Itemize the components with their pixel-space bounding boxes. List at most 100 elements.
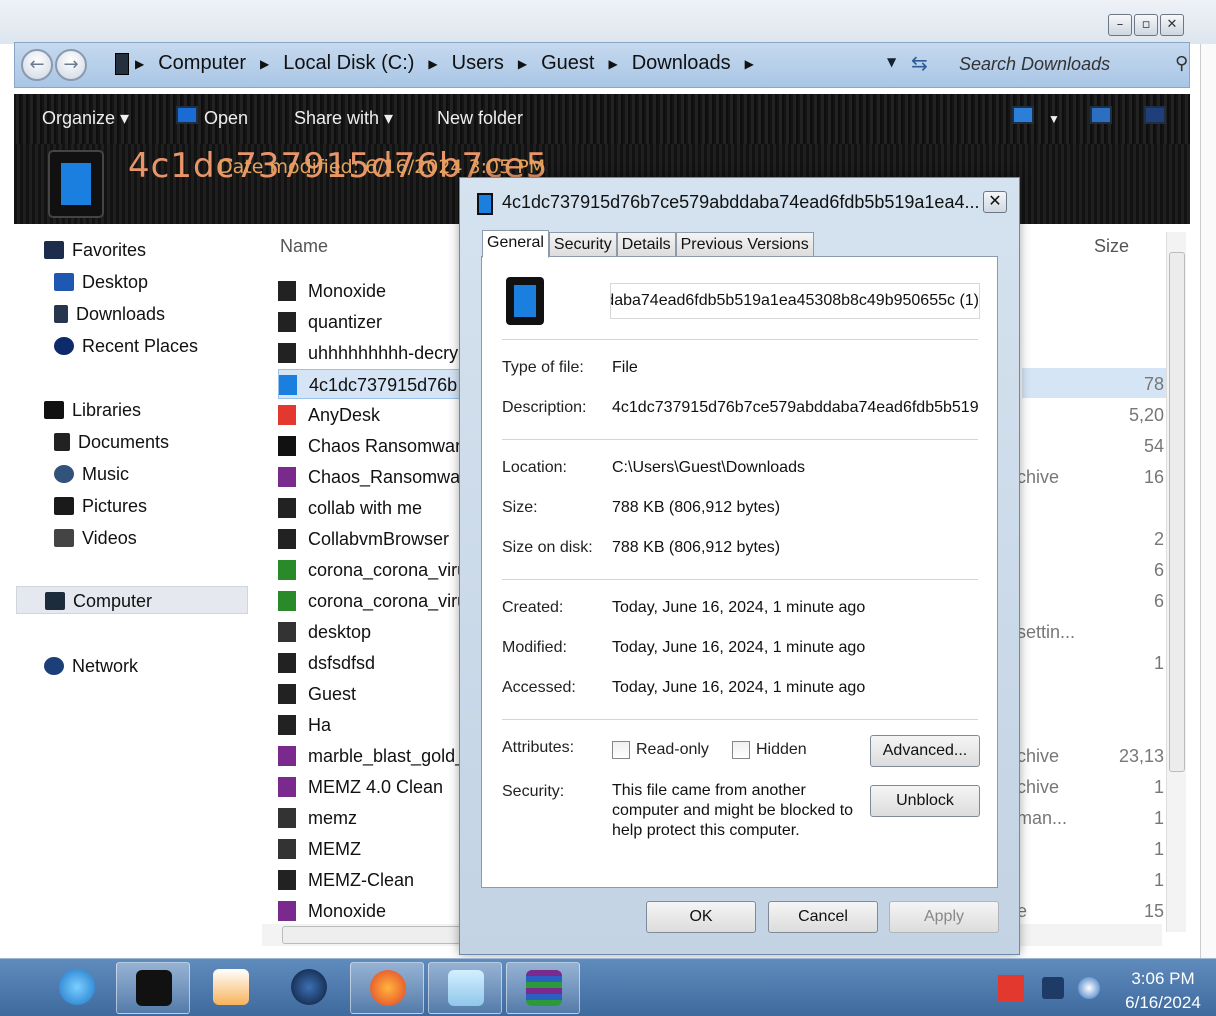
history-dropdown-icon[interactable]: ▼ xyxy=(887,55,896,69)
taskbar-winrar[interactable] xyxy=(506,962,580,1014)
nav-favorites[interactable]: Favorites xyxy=(44,236,146,264)
search-icon[interactable]: ⚲ xyxy=(1175,53,1188,74)
hidden-label[interactable]: Hidden xyxy=(756,741,807,759)
nav-recent-places[interactable]: Recent Places xyxy=(54,332,198,360)
list-item[interactable]: uhhhhhhhhh-decry xyxy=(278,338,474,368)
crumb-guest[interactable]: Guest xyxy=(541,52,594,75)
list-item[interactable]: corona_corona_viru xyxy=(278,586,474,616)
chevron-right-icon[interactable]: ▶ xyxy=(518,57,527,71)
list-item[interactable]: quantizer xyxy=(278,307,474,337)
created-label: Created: xyxy=(502,599,564,616)
minimize-button[interactable]: – xyxy=(1108,14,1132,36)
list-item[interactable]: dsfsdfsd xyxy=(278,648,474,678)
volume-tray-icon[interactable] xyxy=(1078,977,1100,999)
nav-desktop[interactable]: Desktop xyxy=(54,268,148,296)
list-item[interactable]: Monoxide xyxy=(278,896,474,926)
preview-pane-icon[interactable] xyxy=(1090,106,1112,124)
chevron-right-icon[interactable]: ▶ xyxy=(428,57,437,71)
taskbar-media-player[interactable] xyxy=(194,962,268,1014)
taskbar-browser[interactable] xyxy=(272,962,346,1014)
anydesk-tray-icon[interactable] xyxy=(998,975,1024,1001)
read-only-checkbox[interactable] xyxy=(612,741,630,759)
list-item[interactable]: Chaos Ransomwar xyxy=(278,431,474,461)
list-item[interactable]: MEMZ-Clean xyxy=(278,865,474,895)
refresh-icon[interactable]: ⇆ xyxy=(911,51,928,75)
view-dropdown-icon[interactable]: ▼ xyxy=(1048,112,1060,126)
list-item[interactable]: CollabvmBrowser xyxy=(278,524,474,554)
list-item[interactable]: Chaos_Ransomwar xyxy=(278,462,474,492)
column-header-size[interactable]: Size xyxy=(1094,236,1129,257)
file-size: 1 xyxy=(1153,808,1164,828)
tab-security[interactable]: Security xyxy=(548,232,617,257)
nav-network[interactable]: Network xyxy=(44,652,138,680)
hidden-checkbox[interactable] xyxy=(732,741,750,759)
nav-libraries[interactable]: Libraries xyxy=(44,396,141,424)
open-button[interactable]: Open xyxy=(204,108,248,129)
taskbar-notepad[interactable] xyxy=(428,962,502,1014)
crumb-users[interactable]: Users xyxy=(452,52,504,75)
breadcrumb[interactable]: ▶ Computer ▶ Local Disk (C:) ▶ Users ▶ G… xyxy=(115,52,754,75)
taskbar-internet-explorer[interactable] xyxy=(40,962,114,1014)
file-size: 6 xyxy=(1153,560,1164,580)
crumb-local-disk[interactable]: Local Disk (C:) xyxy=(283,52,414,75)
new-folder-button[interactable]: New folder xyxy=(437,108,523,129)
vertical-scrollbar[interactable] xyxy=(1166,232,1186,932)
tab-general[interactable]: General xyxy=(482,230,549,258)
read-only-label[interactable]: Read-only xyxy=(636,741,709,759)
taskbar-firefox[interactable] xyxy=(350,962,424,1014)
close-button[interactable]: ✕ xyxy=(1160,14,1184,36)
clock[interactable]: 3:06 PM 6/16/2024 xyxy=(1110,967,1216,1015)
list-item[interactable]: collab with me xyxy=(278,493,474,523)
nav-music[interactable]: Music xyxy=(54,460,129,488)
apply-button[interactable]: Apply xyxy=(889,901,999,933)
nav-downloads[interactable]: Downloads xyxy=(54,300,165,328)
network-tray-icon[interactable] xyxy=(1042,977,1064,999)
maximize-button[interactable]: ▫ xyxy=(1134,14,1158,36)
help-icon[interactable] xyxy=(1144,106,1166,124)
location-value: C:\Users\Guest\Downloads xyxy=(612,459,805,476)
chevron-right-icon[interactable]: ▶ xyxy=(260,57,269,71)
list-item[interactable]: corona_corona_viru xyxy=(278,555,474,585)
list-item[interactable]: Ha xyxy=(278,710,474,740)
share-with-button[interactable]: Share with ▾ xyxy=(294,108,393,129)
list-item[interactable]: Monoxide xyxy=(278,276,474,306)
tab-details[interactable]: Details xyxy=(616,232,676,257)
column-header-name[interactable]: Name xyxy=(280,236,328,257)
clock-time: 3:06 PM xyxy=(1131,969,1195,988)
crumb-computer[interactable]: Computer xyxy=(158,52,246,75)
list-item[interactable]: MEMZ xyxy=(278,834,474,864)
nav-documents[interactable]: Documents xyxy=(54,428,169,456)
back-button[interactable]: ← xyxy=(21,49,53,81)
chevron-right-icon[interactable]: ▶ xyxy=(608,57,617,71)
nav-pictures[interactable]: Pictures xyxy=(54,492,147,520)
list-item[interactable]: AnyDesk xyxy=(278,400,474,430)
organize-button[interactable]: Organize ▾ xyxy=(42,108,129,129)
nav-videos[interactable]: Videos xyxy=(54,524,137,552)
crumb-downloads[interactable]: Downloads xyxy=(632,52,731,75)
tab-previous-versions[interactable]: Previous Versions xyxy=(675,232,814,257)
chevron-right-icon[interactable]: ▶ xyxy=(745,57,754,71)
unblock-button[interactable]: Unblock xyxy=(870,785,980,817)
ok-button[interactable]: OK xyxy=(646,901,756,933)
advanced-button[interactable]: Advanced... xyxy=(870,735,980,767)
chevron-right-icon[interactable]: ▶ xyxy=(135,57,144,71)
taskbar-explorer[interactable] xyxy=(116,962,190,1014)
location-label: Location: xyxy=(502,459,567,476)
scroll-thumb[interactable] xyxy=(1169,252,1185,772)
nav-computer[interactable]: Computer xyxy=(16,586,248,614)
search-input[interactable]: Search Downloads xyxy=(959,49,1183,81)
list-item[interactable]: desktop xyxy=(278,617,474,647)
view-icon[interactable] xyxy=(1012,106,1034,124)
file-icon xyxy=(278,343,296,363)
cancel-button[interactable]: Cancel xyxy=(768,901,878,933)
scroll-thumb[interactable] xyxy=(282,926,462,944)
list-item[interactable]: memz xyxy=(278,803,474,833)
close-icon[interactable]: ✕ xyxy=(983,191,1007,213)
list-item[interactable]: MEMZ 4.0 Clean xyxy=(278,772,474,802)
list-item[interactable]: 4c1dc737915d76b xyxy=(278,369,474,399)
file-name: dsfsdfsd xyxy=(308,653,376,673)
forward-button[interactable]: → xyxy=(55,49,87,81)
list-item[interactable]: Guest xyxy=(278,679,474,709)
list-item[interactable]: marble_blast_gold_ xyxy=(278,741,474,771)
file-name-field[interactable]: 4c1dc737915d76b7ce579abddaba74ead6fdb5b5… xyxy=(610,283,980,319)
